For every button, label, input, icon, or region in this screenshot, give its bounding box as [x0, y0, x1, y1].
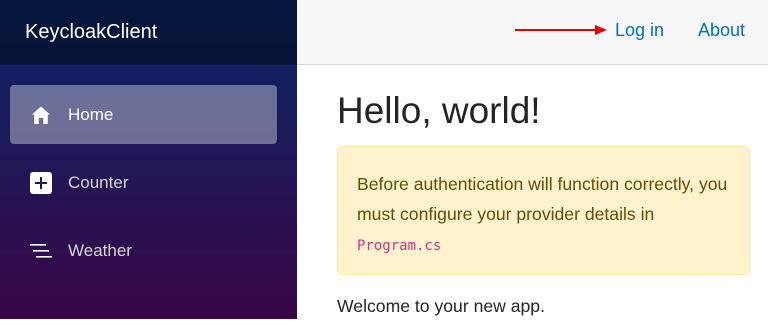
about-link[interactable]: About — [698, 20, 745, 41]
list-icon — [29, 239, 53, 263]
brand-bar: KeycloakClient — [0, 0, 297, 65]
nav-label-home: Home — [68, 104, 114, 124]
alert-text: Before authentication will function corr… — [357, 174, 728, 224]
sidebar: KeycloakClient Home Counter Weather — [0, 0, 297, 319]
nav-item-home[interactable]: Home — [10, 85, 277, 144]
plus-square-icon — [29, 171, 53, 195]
main-content: Hello, world! Before authentication will… — [337, 65, 750, 335]
login-link[interactable]: Log in — [615, 20, 664, 41]
nav-item-counter[interactable]: Counter — [10, 153, 277, 212]
nav-item-weather[interactable]: Weather — [10, 221, 277, 280]
brand-link[interactable]: KeycloakClient — [25, 21, 157, 44]
home-icon — [29, 103, 53, 127]
config-alert: Before authentication will function corr… — [337, 146, 750, 275]
annotation-arrow-icon — [515, 25, 607, 35]
nav-label-weather: Weather — [68, 240, 132, 260]
top-row: Log in About — [297, 0, 768, 65]
page-title: Hello, world! — [337, 90, 541, 131]
welcome-text: Welcome to your new app. — [337, 296, 545, 316]
alert-code: Program.cs — [357, 238, 442, 254]
nav-label-counter: Counter — [68, 172, 129, 192]
nav-menu: Home Counter Weather — [0, 65, 297, 280]
